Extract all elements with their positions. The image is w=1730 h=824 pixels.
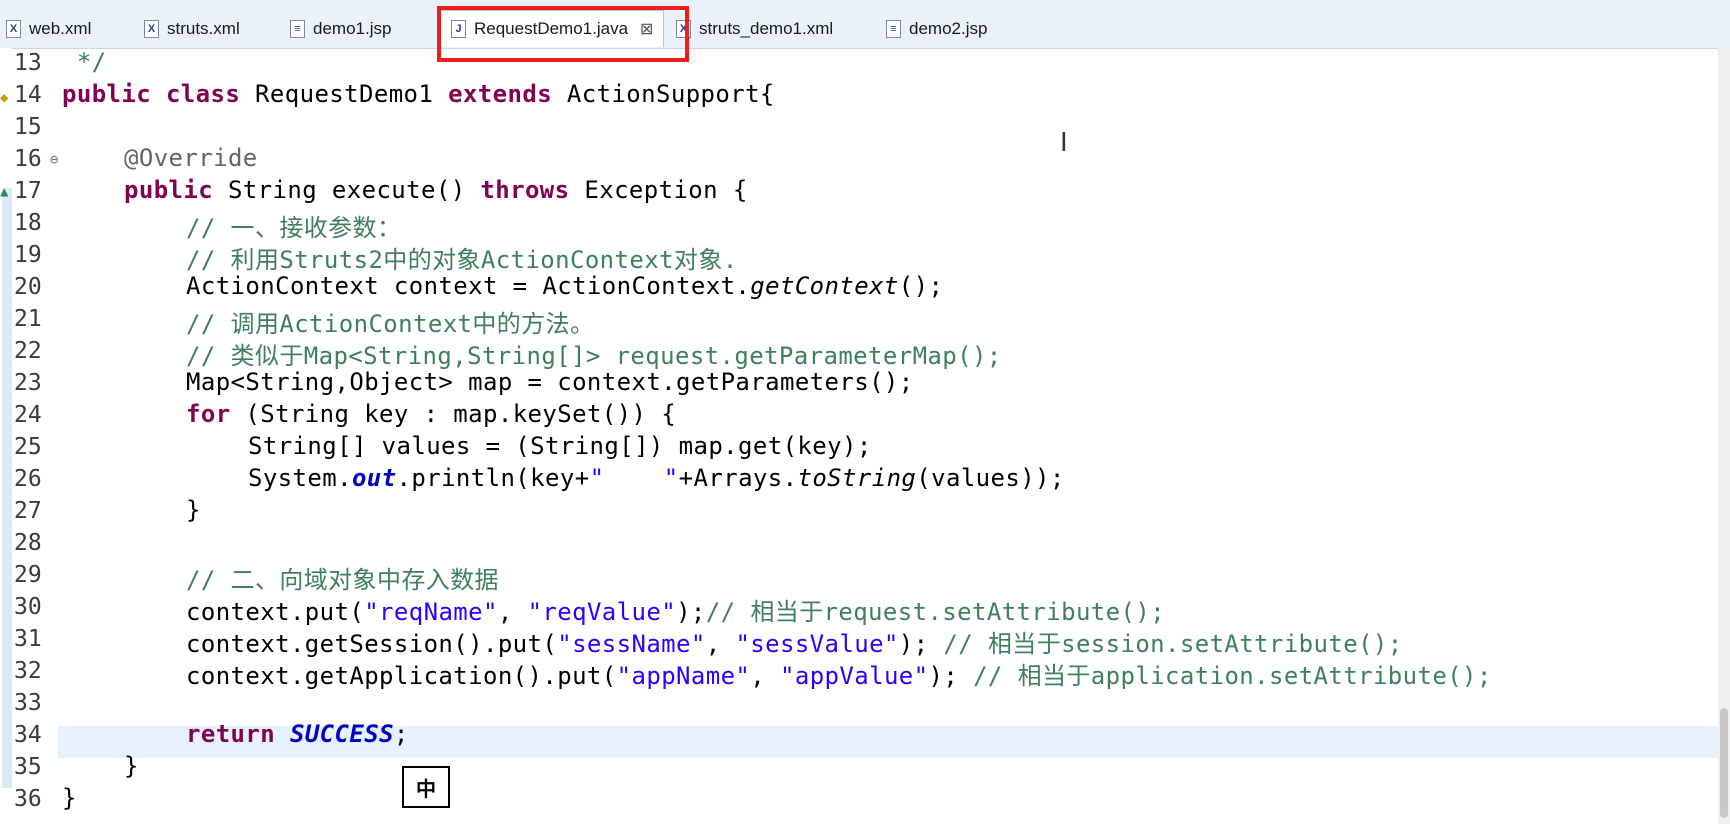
fold-collapse-icon[interactable]: ⊖ [50, 152, 58, 168]
line-number: 23 [14, 370, 42, 396]
line-number: 22 [14, 338, 42, 364]
override-marker-icon[interactable]: ▲ [0, 184, 8, 200]
code-line: } [186, 496, 201, 524]
xml-file-icon: X [6, 20, 21, 38]
line-number: 17 [14, 178, 42, 204]
line-number: 20 [14, 274, 42, 300]
editor-tab-bar: X web.xml X struts.xml ≡ demo1.jsp J Req… [0, 0, 1730, 49]
code-line: @Override [124, 144, 258, 172]
line-number: 35 [14, 754, 42, 780]
line-number: 21 [14, 306, 42, 332]
code-line: // 利用Struts2中的对象ActionContext对象. [186, 246, 738, 274]
tab-label: demo2.jsp [909, 19, 988, 38]
warning-marker-icon[interactable]: ◆ [0, 90, 8, 106]
scrollbar-thumb[interactable] [1720, 708, 1728, 818]
tab-label: struts_demo1.xml [699, 19, 834, 38]
line-number: 28 [14, 530, 42, 556]
text-cursor-icon: I [1060, 128, 1068, 158]
line-number: 36 [14, 786, 42, 812]
line-number: 31 [14, 626, 42, 652]
code-line: String[] values = (String[]) map.get(key… [248, 432, 872, 460]
line-number: 30 [14, 594, 42, 620]
ime-indicator[interactable]: 中 [402, 766, 450, 808]
line-number: 16 [14, 146, 42, 172]
editor-gutter [0, 48, 12, 824]
line-number: 15 [14, 114, 42, 140]
tab-demo1-jsp[interactable]: ≡ demo1.jsp [290, 14, 391, 44]
line-number: 26 [14, 466, 42, 492]
vertical-scrollbar[interactable] [1718, 48, 1730, 824]
tab-label: demo1.jsp [313, 19, 392, 38]
tab-web-xml[interactable]: X web.xml [6, 14, 91, 44]
code-line: context.getSession().put("sessName", "se… [186, 630, 1403, 658]
code-line: // 一、接收参数： [186, 214, 402, 242]
line-number: 13 [14, 50, 42, 76]
line-number: 14 [14, 82, 42, 108]
code-line: // 类似于Map<String,String[]> request.getPa… [186, 342, 1002, 370]
line-number: 32 [14, 658, 42, 684]
line-number: 34 [14, 722, 42, 748]
jsp-file-icon: ≡ [886, 20, 901, 38]
code-line: Map<String,Object> map = context.getPara… [186, 368, 914, 396]
line-number: 18 [14, 210, 42, 236]
line-number: 33 [14, 690, 42, 716]
tab-struts-demo1-xml[interactable]: X struts_demo1.xml [676, 14, 833, 44]
code-line: for (String key : map.keySet()) { [186, 400, 677, 428]
code-line: } [62, 784, 77, 812]
line-number: 24 [14, 402, 42, 428]
code-line: public String execute() throws Exception… [124, 176, 748, 204]
tab-demo2-jsp[interactable]: ≡ demo2.jsp [886, 14, 987, 44]
code-line: } [124, 752, 139, 780]
active-tab-highlight-box [437, 6, 689, 62]
code-line: // 二、向域对象中存入数据 [186, 566, 499, 594]
tab-label: web.xml [29, 19, 92, 38]
jsp-file-icon: ≡ [290, 20, 305, 38]
code-line: System.out.println(key+" "+Arrays.toStri… [248, 464, 1065, 492]
code-line: public class RequestDemo1 extends Action… [62, 80, 775, 108]
line-number: 19 [14, 242, 42, 268]
code-line: // 调用ActionContext中的方法。 [186, 310, 595, 338]
code-line: context.put("reqName", "reqValue");// 相当… [186, 598, 1166, 626]
line-number: 29 [14, 562, 42, 588]
code-line: context.getApplication().put("appName", … [186, 662, 1492, 690]
tab-struts-xml[interactable]: X struts.xml [144, 14, 240, 44]
tab-label: struts.xml [167, 19, 240, 38]
code-line: */ [62, 48, 107, 76]
code-line: ActionContext context = ActionContext.ge… [186, 272, 944, 300]
xml-file-icon: X [144, 20, 159, 38]
line-number: 27 [14, 498, 42, 524]
code-line: return SUCCESS; [186, 720, 409, 748]
line-number: 25 [14, 434, 42, 460]
